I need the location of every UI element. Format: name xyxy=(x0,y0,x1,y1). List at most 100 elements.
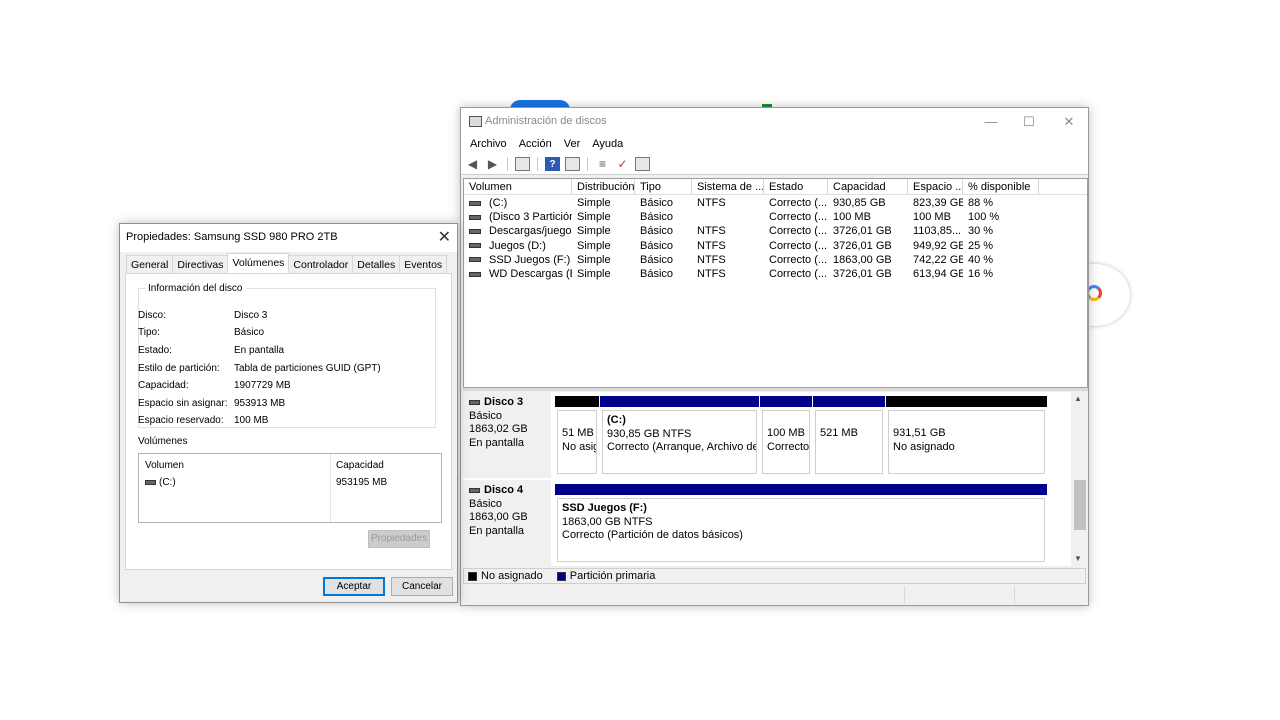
table-row[interactable]: (C:) xyxy=(145,477,176,488)
partition-title: (C:) xyxy=(607,414,626,426)
back-arrow-icon[interactable]: ◀ xyxy=(465,157,480,171)
table-cell-type: Básico xyxy=(640,239,674,252)
cancel-button[interactable]: Cancelar xyxy=(391,577,453,596)
disk-info-3[interactable]: Disco 3 Básico 1863,02 GB En pantalla xyxy=(463,392,551,478)
table-cell-capacity: 100 MB xyxy=(833,211,871,224)
legend-primary: Partición primaria xyxy=(569,570,656,582)
column-header-sistema[interactable]: Sistema de ... xyxy=(692,179,764,194)
table-row[interactable]: WD Descargas (E:) Simple Básico NTFS Correct… xyxy=(464,267,1087,281)
info-label: Disco: xyxy=(138,310,166,321)
partition-line: 1863,00 GB NTFS xyxy=(562,515,653,528)
column-header-disponible[interactable]: % disponible xyxy=(963,179,1039,194)
dialog-close-button[interactable]: ✕ xyxy=(438,227,451,247)
tab-eventos[interactable]: Eventos xyxy=(399,255,448,273)
disk-kind: Básico xyxy=(469,497,503,510)
disk-info-group-title: Información del disco xyxy=(145,283,246,294)
partition-color-bar xyxy=(600,396,759,407)
console-icon[interactable] xyxy=(515,157,530,171)
ok-button[interactable]: Aceptar xyxy=(323,577,385,596)
tab-volumenes[interactable]: Volúmenes xyxy=(227,253,290,273)
table-cell-capacity: 3726,01 GB xyxy=(833,225,892,238)
list-icon[interactable] xyxy=(635,157,650,171)
tab-general[interactable]: General xyxy=(126,255,174,273)
table-row[interactable]: Descargas/juegos ... Simple Básico NTFS Corr… xyxy=(464,224,1087,238)
volume-name: (C:) xyxy=(489,197,508,209)
column-header-distribucion[interactable]: Distribución xyxy=(572,179,635,194)
partition-block[interactable]: SSD Juegos (F:) 1863,00 GB NTFS Correcto (… xyxy=(555,484,1047,564)
info-value: En pantalla xyxy=(234,345,285,356)
table-cell-capacity: 3726,01 GB xyxy=(833,267,892,280)
properties-button[interactable]: Propiedades xyxy=(368,530,430,548)
partition-block[interactable]: (C:) 930,85 GB NTFS Correcto (Arranque, Ar… xyxy=(600,396,759,476)
drive-icon xyxy=(145,479,156,485)
partition-line: 930,85 GB NTFS xyxy=(607,427,692,440)
partition-block[interactable]: 51 MB No asig xyxy=(555,396,599,476)
partition-line: No asig xyxy=(562,440,597,453)
tab-detalles[interactable]: Detalles xyxy=(352,255,401,273)
column-header-volumen[interactable]: Volumen xyxy=(464,179,572,194)
scroll-thumb[interactable] xyxy=(1074,480,1086,530)
partition-block[interactable]: 100 MB Correcto xyxy=(760,396,812,476)
table-row[interactable]: Juegos (D:) Simple Básico NTFS Correcto (...… xyxy=(464,239,1087,253)
volumes-label: Volúmenes xyxy=(138,436,188,447)
table-row[interactable]: SSD Juegos (F:) Simple Básico NTFS Correcto … xyxy=(464,253,1087,267)
table-cell-layout: Simple xyxy=(577,225,611,238)
column-header-espacio[interactable]: Espacio ... xyxy=(908,179,963,194)
table-cell-pct: 16 % xyxy=(968,267,994,280)
column-header-tipo[interactable]: Tipo xyxy=(635,179,692,194)
status-pane xyxy=(905,586,1015,604)
vertical-scrollbar[interactable]: ▲ ▼ xyxy=(1072,392,1086,566)
table-cell-fs: NTFS xyxy=(697,225,726,238)
drive-icon xyxy=(469,228,481,234)
column-header-estado[interactable]: Estado xyxy=(764,179,828,194)
tab-content-volumenes: Información del disco Disco: Disco 3 Tip… xyxy=(125,273,452,570)
table-cell-free: 742,22 GB xyxy=(913,253,963,266)
menu-ayuda[interactable]: Ayuda xyxy=(586,136,629,154)
disk-name: Disco 4 xyxy=(469,484,545,498)
tab-directivas[interactable]: Directivas xyxy=(172,255,229,273)
help-icon[interactable]: ? xyxy=(545,157,560,171)
volumes-header-capacidad[interactable]: Capacidad xyxy=(336,460,384,471)
table-cell-status: Correcto (... xyxy=(769,225,828,238)
disk-info-4[interactable]: Disco 4 Básico 1863,00 GB En pantalla xyxy=(463,480,551,566)
table-cell-free: 1103,85... xyxy=(913,225,962,238)
column-divider xyxy=(330,454,331,522)
column-header-capacidad[interactable]: Capacidad xyxy=(828,179,908,194)
partition-block[interactable]: 931,51 GB No asignado xyxy=(886,396,1047,476)
table-cell-layout: Simple xyxy=(577,211,611,224)
table-cell-fs: NTFS xyxy=(697,197,726,209)
partition-block[interactable]: 521 MB xyxy=(813,396,885,476)
tab-controlador[interactable]: Controlador xyxy=(288,255,354,273)
table-row[interactable]: (C:) Simple Básico NTFS Correcto (... 930,85 … xyxy=(464,196,1087,210)
maximize-button[interactable]: ☐ xyxy=(1011,112,1047,132)
properties-icon[interactable] xyxy=(565,157,580,171)
menu-accion[interactable]: Acción xyxy=(513,136,558,154)
table-cell-volume: Descargas/juegos ... xyxy=(464,224,572,238)
partition-line: 931,51 GB xyxy=(893,427,946,439)
volumes-header-volumen[interactable]: Volumen xyxy=(145,460,184,471)
menu-ver[interactable]: Ver xyxy=(558,136,587,154)
scroll-down-icon[interactable]: ▼ xyxy=(1074,554,1082,563)
close-button[interactable]: ✕ xyxy=(1051,112,1087,132)
table-cell-type: Básico xyxy=(640,225,674,238)
partition-legend: No asignado Partición primaria xyxy=(463,568,1086,584)
rescan-icon[interactable]: ≡ xyxy=(595,157,610,171)
table-cell-status: Correcto (... xyxy=(769,239,828,252)
drive-icon xyxy=(469,257,481,263)
check-icon[interactable]: ✓ xyxy=(615,157,630,171)
volume-list: Volumen Distribución Tipo Sistema de ...… xyxy=(463,178,1088,388)
minimize-button[interactable]: — xyxy=(973,112,1009,132)
volume-capacity: 953195 MB xyxy=(336,477,388,488)
table-row[interactable]: (Disco 3 Partición 2) Simple Básico Correct… xyxy=(464,210,1087,224)
scroll-up-icon[interactable]: ▲ xyxy=(1074,394,1082,403)
legend-unallocated: No asignado xyxy=(481,570,543,582)
table-cell-type: Básico xyxy=(640,211,674,224)
table-cell-type: Básico xyxy=(640,267,674,280)
menu-archivo[interactable]: Archivo xyxy=(464,136,513,154)
forward-arrow-icon[interactable]: ▶ xyxy=(485,157,500,171)
disk-name: Disco 3 xyxy=(469,396,545,410)
pane-splitter[interactable] xyxy=(463,388,1088,391)
disk-properties-dialog: Propiedades: Samsung SSD 980 PRO 2TB ✕ G… xyxy=(119,223,458,603)
volume-list-header: Volumen Distribución Tipo Sistema de ...… xyxy=(464,179,1087,195)
info-label: Estilo de partición: xyxy=(138,363,220,374)
